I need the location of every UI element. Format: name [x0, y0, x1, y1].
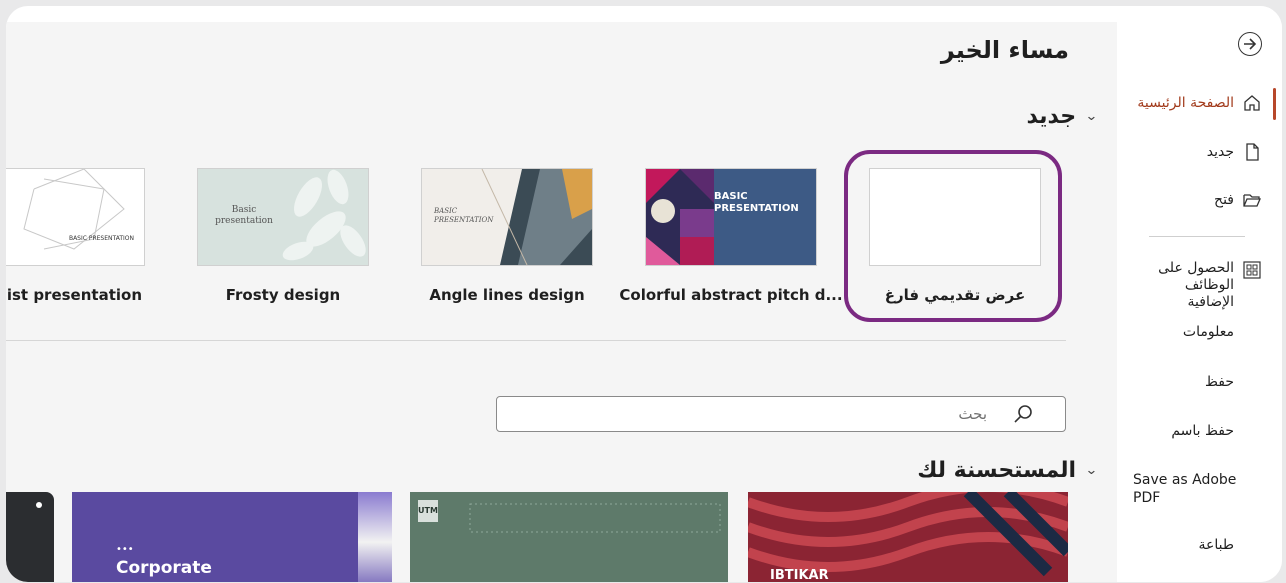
featured-card-utm[interactable]: UTM [410, 492, 728, 582]
new-section-title: جديد [1026, 104, 1077, 129]
new-templates-row: عرض تقديمي فارغ BASIC PRESENTATION Color… [6, 150, 1117, 328]
card-dots: ••• [116, 544, 134, 555]
template-thumbnail: BASIC PRESENTATION [6, 168, 145, 266]
template-minimalist[interactable]: BASIC PRESENTATION malist presentation [6, 168, 171, 304]
featured-section-title: المستحسنة لك [917, 458, 1077, 483]
sidebar-item-label: الصفحة الرئيسية [1137, 95, 1234, 111]
utm-dots [469, 503, 721, 533]
sidebar-item-label: فتح [1214, 192, 1234, 208]
thumb-title: BASIC PRESENTATION [714, 191, 799, 214]
card-title: IBTIKAR [770, 568, 829, 582]
sidebar-item-save[interactable]: حفظ [1205, 374, 1234, 390]
sidebar-divider [1149, 236, 1245, 237]
blank-template-highlight [844, 150, 1062, 322]
card-dot [36, 502, 42, 508]
sidebar-item-label: الحصول على الوظائف الإضافية [1158, 260, 1234, 310]
active-indicator [1273, 88, 1276, 120]
chevron-down-icon[interactable]: ⌄ [1085, 463, 1098, 478]
add-ins-icon [1243, 261, 1261, 279]
sidebar-item-info[interactable]: معلومات [1183, 324, 1234, 340]
home-pane: مساء الخير ⌄ جديد عرض تقديمي فارغ BASIC … [6, 22, 1117, 582]
featured-card-ibtikar[interactable]: IBTIKAR [748, 492, 1068, 582]
sidebar-item-home[interactable]: الصفحة الرئيسية [1137, 93, 1262, 113]
search-box[interactable]: بحث [496, 396, 1066, 432]
sidebar-item-open[interactable]: فتح [1214, 190, 1262, 210]
new-section-header[interactable]: ⌄ جديد [1026, 104, 1099, 129]
template-thumbnail: Basic presentation [197, 168, 369, 266]
card-gradient [358, 492, 392, 582]
arrow-glyph [1244, 38, 1257, 50]
featured-templates-row: IBTIKAR UTM ••• Corporate [6, 492, 1117, 582]
thumb-title: BASIC PRESENTATION [68, 235, 134, 242]
sidebar-item-save-adobe-pdf[interactable]: Save as Adobe PDF [1133, 471, 1243, 507]
template-colorful-abstract[interactable]: BASIC PRESENTATION Colorful abstract pit… [619, 168, 843, 304]
divider [6, 340, 1066, 341]
template-label: malist presentation [6, 286, 143, 304]
template-thumbnail: BASIC PRESENTATION [645, 168, 817, 266]
sidebar-item-print[interactable]: طباعة [1199, 537, 1235, 553]
backstage-sidebar: الصفحة الرئيسية جديد فتح الحصول على الوظ [1117, 6, 1282, 582]
back-arrow-icon[interactable] [1238, 32, 1262, 56]
card-title: Corporate [116, 558, 212, 578]
featured-card-corporate[interactable]: ••• Corporate [72, 492, 392, 582]
template-label: Frosty design [225, 286, 341, 304]
search-placeholder: بحث [958, 405, 987, 423]
colorful-art [646, 169, 714, 265]
template-label: Angle lines design [429, 286, 585, 304]
featured-card-dark[interactable] [6, 492, 54, 582]
chevron-down-icon[interactable]: ⌄ [1085, 109, 1098, 124]
template-thumbnail: BASIC PRESENTATION [421, 168, 593, 266]
app-window: مساء الخير ⌄ جديد عرض تقديمي فارغ BASIC … [6, 6, 1282, 582]
home-icon [1244, 95, 1260, 111]
thumb-title: BASIC PRESENTATION [434, 207, 494, 224]
template-label: Colorful abstract pitch d... [619, 286, 843, 304]
search-icon[interactable] [1013, 403, 1035, 425]
thumb-title: Basic presentation [215, 205, 273, 226]
template-angle-lines[interactable]: BASIC PRESENTATION Angle lines design [395, 168, 619, 304]
new-file-icon [1246, 143, 1259, 161]
sidebar-item-new[interactable]: جديد [1207, 142, 1262, 162]
sidebar-item-save-as[interactable]: حفظ باسم [1171, 423, 1234, 439]
folder-open-icon [1243, 194, 1261, 207]
card-logo: UTM [418, 500, 438, 522]
page-title: مساء الخير [940, 36, 1069, 64]
sidebar-item-addins[interactable]: الحصول على الوظائف الإضافية [1134, 260, 1262, 311]
featured-section-header[interactable]: ⌄ المستحسنة لك [917, 458, 1098, 483]
minimal-lines [23, 169, 125, 250]
sidebar-item-label: جديد [1206, 144, 1234, 160]
template-frosty[interactable]: Basic presentation Frosty design [171, 168, 395, 304]
